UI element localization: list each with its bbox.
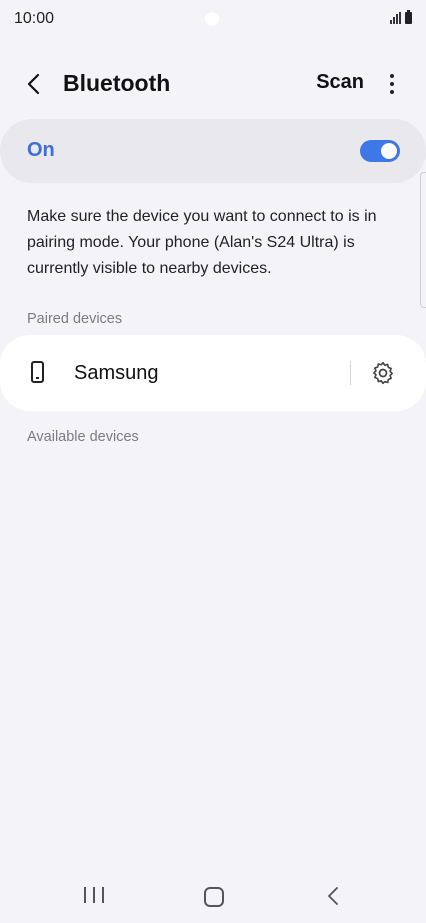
gear-icon <box>373 361 393 385</box>
scan-button[interactable]: Scan <box>316 71 364 94</box>
visibility-description: Make sure the device you want to connect… <box>27 208 377 277</box>
nav-back-button[interactable] <box>324 885 342 907</box>
home-button[interactable] <box>204 887 224 907</box>
bluetooth-switch[interactable] <box>360 140 400 162</box>
toggle-label: On <box>27 139 55 161</box>
back-button[interactable] <box>18 68 50 100</box>
bluetooth-toggle-row[interactable]: On <box>0 119 426 183</box>
app-bar: Bluetooth Scan <box>0 60 426 108</box>
paired-devices-header: Paired devices <box>27 311 123 327</box>
device-name: Samsung <box>74 362 159 384</box>
recents-icon <box>84 887 86 903</box>
recents-button[interactable] <box>84 887 104 905</box>
battery-icon <box>405 10 412 24</box>
front-camera <box>205 12 219 26</box>
back-icon <box>328 887 338 905</box>
page-title: Bluetooth <box>63 70 171 96</box>
more-options-button[interactable] <box>380 68 404 100</box>
status-time: 10:00 <box>14 10 55 27</box>
signal-icon <box>390 12 401 24</box>
device-settings-button[interactable] <box>370 360 396 386</box>
status-icons <box>390 10 412 24</box>
status-bar: 10:00 <box>0 0 426 40</box>
chevron-left-icon <box>27 73 40 95</box>
divider <box>350 361 351 385</box>
navigation-bar <box>0 873 426 923</box>
available-devices-header: Available devices <box>27 429 139 445</box>
more-vertical-icon <box>390 74 394 78</box>
device-row[interactable]: Samsung <box>0 335 426 411</box>
scrollbar[interactable] <box>420 172 426 308</box>
phone-icon <box>31 361 44 383</box>
switch-knob <box>381 143 397 159</box>
